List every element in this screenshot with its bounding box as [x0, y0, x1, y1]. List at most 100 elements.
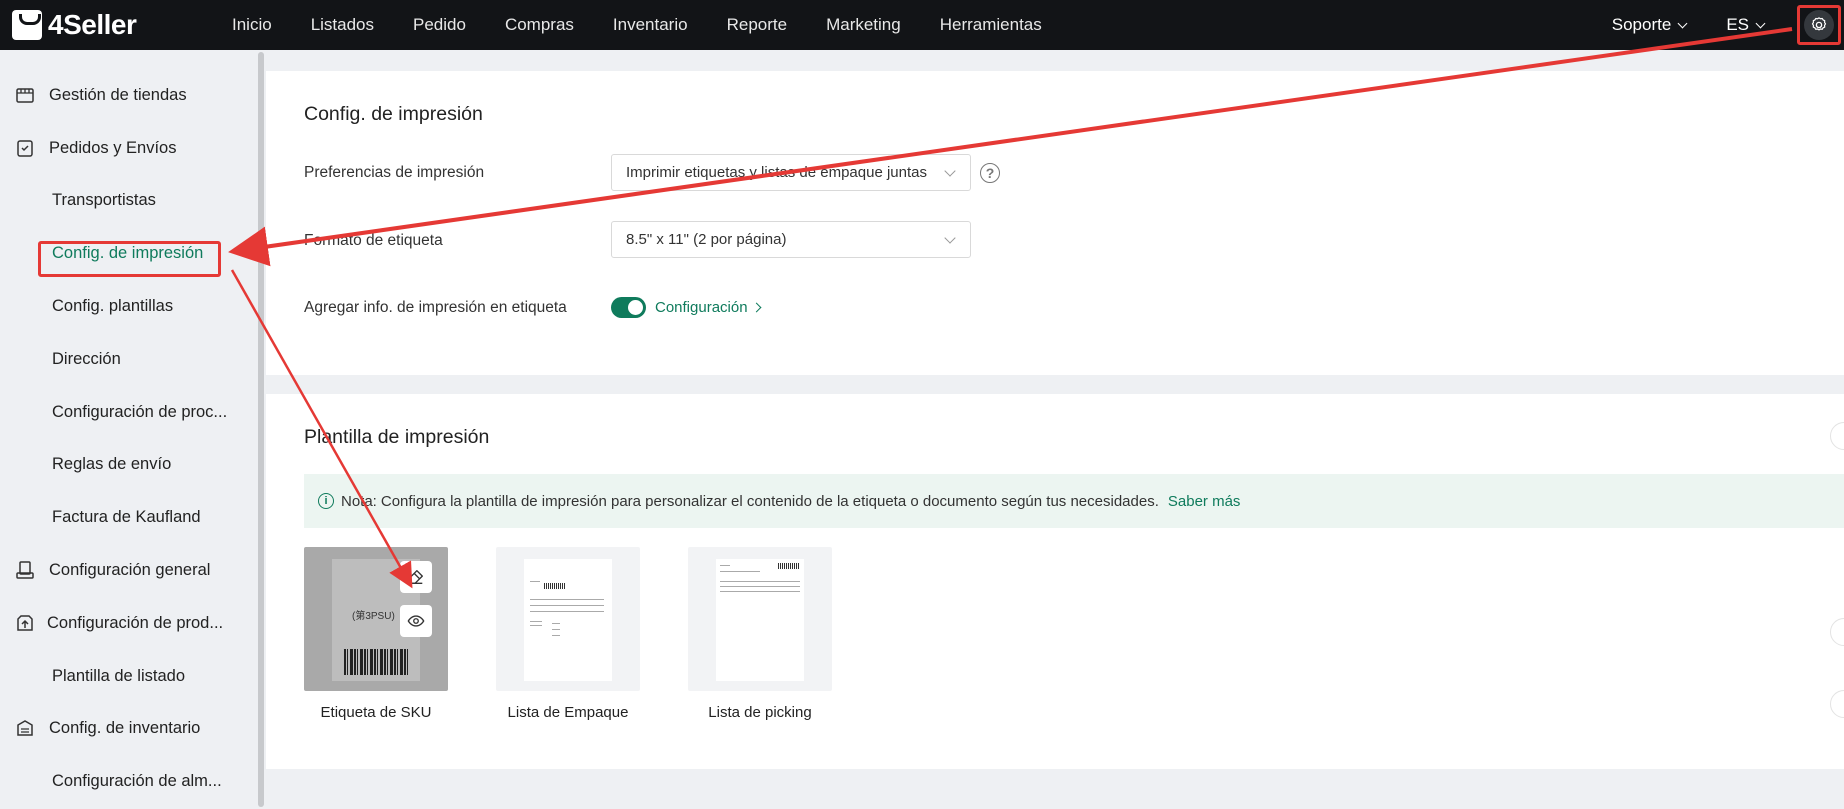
- sidebar-item-inventory-settings[interactable]: Config. de inventario: [0, 713, 200, 743]
- sidebar-scrollbar[interactable]: [258, 52, 264, 807]
- preview-barcode-icon: [778, 563, 800, 569]
- sidebar-item-processing-settings[interactable]: Configuración de proc...: [0, 397, 227, 427]
- add-print-info-toggle[interactable]: [611, 297, 646, 318]
- sidebar-item-kaufland-invoice[interactable]: Factura de Kaufland: [0, 502, 201, 532]
- support-menu[interactable]: Soporte: [1611, 15, 1688, 35]
- sidebar-item-label: Pedidos y Envíos: [49, 138, 177, 157]
- settings-highlight-box: [1797, 5, 1841, 45]
- preview-line: [720, 565, 730, 566]
- gear-icon: [1811, 17, 1827, 31]
- packing-list-template-card[interactable]: [496, 547, 640, 691]
- label-format-select[interactable]: 8.5" x 11" (2 por página): [611, 221, 971, 258]
- nav-item-inventario[interactable]: Inventario: [613, 15, 688, 35]
- picking-list-template-card[interactable]: [688, 547, 832, 691]
- sidebar-item-address[interactable]: Dirección: [0, 344, 121, 374]
- preview-line: [530, 581, 540, 582]
- sidebar-item-label: Dirección: [52, 349, 121, 368]
- sidebar-item-listing-template[interactable]: Plantilla de listado: [0, 661, 185, 691]
- nav-item-listados[interactable]: Listados: [311, 15, 374, 35]
- preview-line: [720, 586, 800, 587]
- preview-barcode-icon: [544, 583, 566, 589]
- preview-line: [552, 629, 560, 630]
- preview-line: [552, 635, 560, 636]
- top-navigation-bar: 4Seller Inicio Listados Pedido Compras I…: [0, 0, 1844, 50]
- main-nav: Inicio Listados Pedido Compras Inventari…: [232, 15, 1081, 35]
- print-settings-title: Config. de impresión: [304, 103, 483, 125]
- chevron-right-icon: [751, 302, 762, 313]
- print-settings-card: Config. de impresión Preferencias de imp…: [266, 71, 1844, 375]
- settings-button[interactable]: [1804, 10, 1834, 40]
- sidebar-item-label: Configuración de proc...: [52, 402, 228, 421]
- preview-line: [720, 581, 800, 582]
- sidebar-item-label: Configuración general: [49, 560, 211, 579]
- sidebar-item-carriers[interactable]: Transportistas: [0, 185, 156, 215]
- packing-list-template-name: Lista de Empaque: [507, 704, 629, 721]
- nav-item-reporte[interactable]: Reporte: [727, 15, 787, 35]
- brand-name: 4Seller: [48, 9, 137, 40]
- sku-preview-text: (第3PSU): [352, 611, 395, 622]
- eraser-edit-icon: [409, 570, 423, 584]
- brand-logo[interactable]: 4Seller: [12, 9, 218, 41]
- nav-item-marketing[interactable]: Marketing: [826, 15, 901, 35]
- sidebar-item-label: Gestión de tiendas: [49, 85, 187, 104]
- sidebar-item-label: Factura de Kaufland: [52, 507, 201, 526]
- nav-item-pedido[interactable]: Pedido: [413, 15, 466, 35]
- preview-template-button[interactable]: [400, 605, 432, 637]
- print-preferences-label: Preferencias de impresión: [304, 164, 485, 181]
- learn-more-link[interactable]: Saber más: [1168, 493, 1241, 510]
- info-note: i Nota: Configura la plantilla de impres…: [304, 474, 1844, 528]
- barcode-icon: [344, 649, 408, 675]
- nav-item-inicio[interactable]: Inicio: [232, 15, 272, 35]
- support-label: Soporte: [1611, 15, 1672, 34]
- sidebar-item-label: Transportistas: [52, 190, 156, 209]
- sidebar-item-warehouse-settings[interactable]: Configuración de alm...: [0, 766, 222, 796]
- sidebar-item-store-management[interactable]: Gestión de tiendas: [0, 80, 187, 110]
- active-item-highlight-box: [38, 241, 221, 277]
- sidebar-item-label: Configuración de alm...: [52, 771, 222, 790]
- configuration-link-label: Configuración: [655, 299, 748, 316]
- sidebar-item-general-settings[interactable]: Configuración general: [0, 555, 210, 585]
- print-templates-card: Plantilla de impresión i Nota: Configura…: [266, 394, 1844, 769]
- store-icon: [16, 88, 34, 103]
- language-menu[interactable]: ES: [1726, 15, 1766, 35]
- sidebar-item-label: Config. plantillas: [52, 296, 174, 315]
- language-label: ES: [1726, 15, 1749, 34]
- sidebar-item-template-settings[interactable]: Config. plantillas: [0, 291, 173, 321]
- brand-bag-icon: [12, 10, 42, 40]
- sku-label-template-name: Etiqueta de SKU: [320, 704, 432, 721]
- sidebar-item-shipping-rules[interactable]: Reglas de envío: [0, 449, 171, 479]
- eye-icon: [407, 615, 425, 627]
- note-text: Configura la plantilla de impresión para…: [380, 492, 1159, 510]
- preview-line: [720, 571, 760, 572]
- preview-line: [720, 591, 800, 592]
- sidebar-item-orders-shipping[interactable]: Pedidos y Envíos: [0, 133, 177, 163]
- nav-item-compras[interactable]: Compras: [505, 15, 574, 35]
- info-icon: i: [318, 493, 334, 509]
- preview-line: [530, 599, 604, 600]
- printer-icon: [16, 561, 34, 579]
- print-preferences-value: Imprimir etiquetas y listas de empaque j…: [626, 164, 927, 181]
- print-preferences-select[interactable]: Imprimir etiquetas y listas de empaque j…: [611, 154, 971, 191]
- edit-template-button[interactable]: [400, 561, 432, 593]
- chevron-down-icon: [944, 165, 956, 177]
- preview-line: [530, 605, 604, 606]
- packing-list-preview: [524, 559, 612, 681]
- sidebar-item-product-settings[interactable]: Configuración de prod...: [0, 608, 223, 638]
- sidebar: Gestión de tiendas Pedidos y Envíos Tran…: [0, 50, 264, 809]
- note-prefix: Nota:: [341, 492, 377, 510]
- preview-line: [552, 623, 560, 624]
- configuration-link[interactable]: Configuración: [655, 299, 762, 316]
- label-format-value: 8.5" x 11" (2 por página): [626, 231, 787, 248]
- chevron-down-icon: [1677, 18, 1688, 28]
- picking-list-preview: [716, 559, 804, 681]
- nav-item-herramientas[interactable]: Herramientas: [940, 15, 1042, 35]
- print-templates-title: Plantilla de impresión: [304, 426, 490, 448]
- help-icon[interactable]: ?: [980, 163, 1000, 183]
- chevron-down-icon: [944, 232, 956, 244]
- sidebar-item-label: Config. de inventario: [49, 718, 201, 737]
- inventory-icon: [17, 720, 33, 736]
- top-right-controls: Soporte ES: [1612, 0, 1844, 50]
- add-print-info-label: Agregar info. de impresión en etiqueta: [304, 299, 567, 316]
- sku-label-template-card[interactable]: (第3PSU): [304, 547, 448, 691]
- picking-list-template-name: Lista de picking: [708, 704, 812, 721]
